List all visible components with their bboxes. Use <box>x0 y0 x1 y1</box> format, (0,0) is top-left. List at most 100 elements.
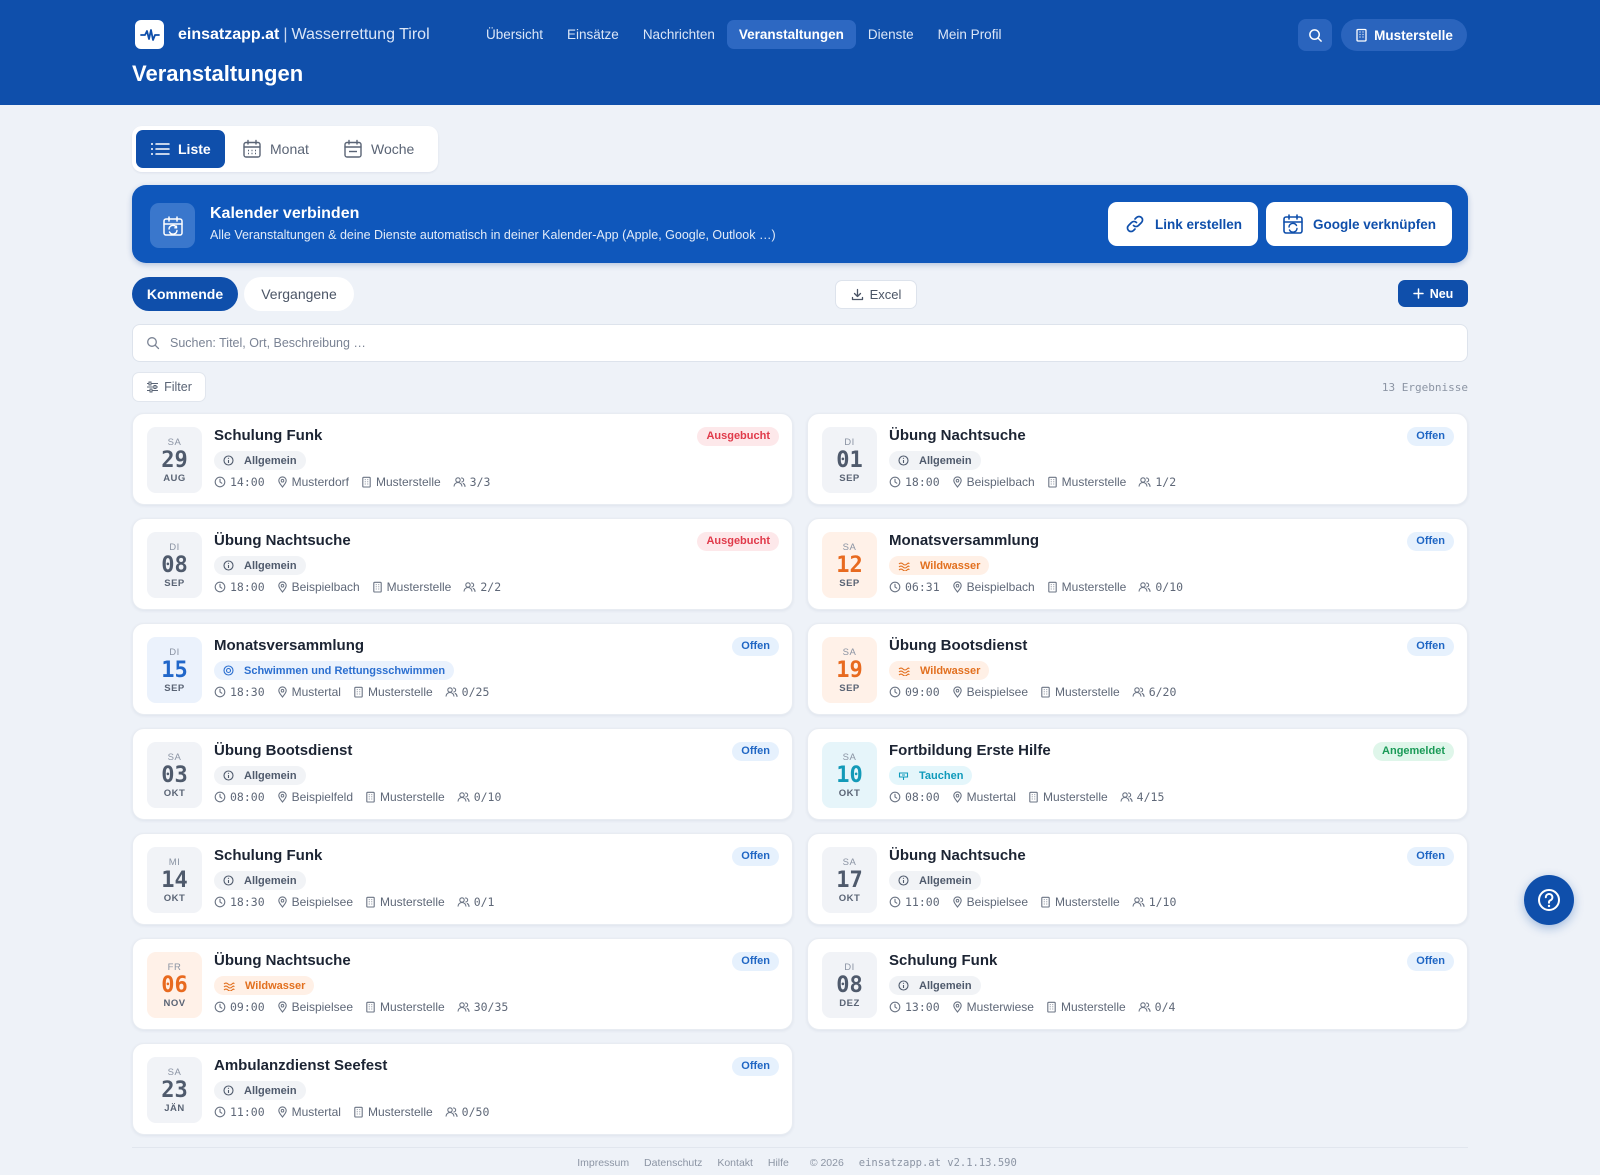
excel-label: Excel <box>869 287 902 302</box>
info-icon <box>223 1085 239 1096</box>
view-switcher: Liste Monat Woche <box>132 126 438 172</box>
event-title: Fortbildung Erste Hilfe <box>889 742 1051 759</box>
event-card[interactable]: DI 08 DEZ Schulung Funk Allgemein 13:00 … <box>807 938 1468 1030</box>
event-month: SEP <box>839 683 860 694</box>
clock-icon <box>889 896 901 908</box>
event-card[interactable]: SA 29 AUG Schulung Funk Allgemein 14:00 … <box>132 413 793 505</box>
event-capacity: 4/15 <box>1120 790 1164 804</box>
event-meta: 18:00 Beispielbach Musterstelle 1/2 <box>889 475 1188 489</box>
event-capacity: 0/1 <box>457 895 494 909</box>
event-time: 11:00 <box>214 1105 265 1119</box>
unit-switch-button[interactable]: Musterstelle <box>1341 19 1467 51</box>
link-icon <box>1126 215 1144 233</box>
view-list-label: Liste <box>178 141 211 157</box>
footer-link-datenschutz[interactable]: Datenschutz <box>644 1157 702 1169</box>
footer-link-impressum[interactable]: Impressum <box>577 1157 629 1169</box>
header-search-button[interactable] <box>1298 19 1332 51</box>
nav-item-dienste[interactable]: Dienste <box>856 20 926 49</box>
event-category: Wildwasser <box>214 976 315 995</box>
users-icon <box>445 1107 458 1118</box>
event-status-badge: Angemeldet <box>1373 742 1454 761</box>
event-card[interactable]: SA 17 OKT Übung Nachtsuche Allgemein 11:… <box>807 833 1468 925</box>
event-capacity: 0/10 <box>1138 580 1183 594</box>
event-time: 18:00 <box>889 475 940 489</box>
event-month: OKT <box>838 893 861 904</box>
event-category-label: Allgemein <box>919 874 972 887</box>
filter-button[interactable]: Filter <box>132 372 206 402</box>
help-button[interactable] <box>1524 875 1574 925</box>
download-icon <box>851 288 863 301</box>
search-input[interactable] <box>170 336 1370 350</box>
users-icon <box>457 897 470 908</box>
event-weekday: FR <box>167 962 182 973</box>
view-week-label: Woche <box>371 141 415 157</box>
map-pin-icon <box>952 686 962 698</box>
event-weekday: DI <box>844 962 855 973</box>
calendar-sync-icon <box>1283 214 1303 234</box>
event-card[interactable]: SA 10 OKT Fortbildung Erste Hilfe Tauche… <box>807 728 1468 820</box>
view-list-button[interactable]: Liste <box>136 130 225 168</box>
event-weekday: SA <box>842 647 857 658</box>
event-unit: Musterstelle <box>1047 580 1126 594</box>
event-meta: 18:30 Mustertal Musterstelle 0/25 <box>214 685 501 699</box>
building-icon <box>372 581 382 593</box>
filter-label: Filter <box>164 380 192 394</box>
event-category: Tauchen <box>889 766 973 785</box>
event-month: OKT <box>838 788 861 799</box>
event-place: Beispielsee <box>277 895 353 909</box>
event-category: Allgemein <box>889 451 981 470</box>
google-link-button[interactable]: Google verknüpfen <box>1266 202 1453 246</box>
event-card[interactable]: SA 19 SEP Übung Bootsdienst Wildwasser 0… <box>807 623 1468 715</box>
event-status-badge: Offen <box>1407 952 1454 971</box>
waves-icon <box>223 981 240 991</box>
event-meta: 14:00 Musterdorf Musterstelle 3/3 <box>214 475 502 489</box>
nav-item-einsaetze[interactable]: Einsätze <box>555 20 631 49</box>
event-card[interactable]: DI 08 SEP Übung Nachtsuche Allgemein 18:… <box>132 518 793 610</box>
brand[interactable]: einsatzapp.at | Wasserrettung Tirol <box>135 20 430 49</box>
footer-link-hilfe[interactable]: Hilfe <box>768 1157 789 1169</box>
event-category-label: Allgemein <box>919 979 972 992</box>
nav-item-uebersicht[interactable]: Übersicht <box>474 20 555 49</box>
event-card[interactable]: MI 14 OKT Schulung Funk Allgemein 18:30 … <box>132 833 793 925</box>
map-pin-icon <box>952 1001 962 1013</box>
tab-past[interactable]: Vergangene <box>244 277 354 311</box>
event-card[interactable]: SA 03 OKT Übung Bootsdienst Allgemein 08… <box>132 728 793 820</box>
event-day: 23 <box>161 1078 188 1103</box>
event-card[interactable]: FR 06 NOV Übung Nachtsuche Wildwasser 09… <box>132 938 793 1030</box>
event-card[interactable]: SA 12 SEP Monatsversammlung Wildwasser 0… <box>807 518 1468 610</box>
view-week-button[interactable]: Woche <box>329 130 428 168</box>
event-category-label: Allgemein <box>244 874 297 887</box>
nav-item-nachrichten[interactable]: Nachrichten <box>631 20 727 49</box>
event-title: Ambulanzdienst Seefest <box>214 1057 388 1074</box>
event-date: SA 19 SEP <box>822 637 877 703</box>
users-icon <box>1138 1002 1151 1013</box>
event-date: SA 12 SEP <box>822 532 877 598</box>
event-category: Allgemein <box>214 766 306 785</box>
event-unit: Musterstelle <box>361 475 441 489</box>
event-category-label: Wildwasser <box>920 664 981 677</box>
nav-item-veranstaltungen[interactable]: Veranstaltungen <box>726 20 856 49</box>
event-time: 18:30 <box>214 895 265 909</box>
create-link-button[interactable]: Link erstellen <box>1108 202 1259 246</box>
event-card[interactable]: DI 15 SEP Monatsversammlung Schwimmen un… <box>132 623 793 715</box>
excel-export-button[interactable]: Excel <box>835 280 917 309</box>
clock-icon <box>889 581 901 593</box>
results-count: 13 Ergebnisse <box>1381 381 1468 394</box>
footer-link-kontakt[interactable]: Kontakt <box>717 1157 753 1169</box>
event-category-label: Tauchen <box>919 769 964 782</box>
event-unit: Musterstelle <box>365 1000 445 1014</box>
view-month-button[interactable]: Monat <box>228 130 323 168</box>
new-event-button[interactable]: Neu <box>1398 280 1468 307</box>
event-card[interactable]: SA 23 JÄN Ambulanzdienst Seefest Allgeme… <box>132 1043 793 1135</box>
event-day: 15 <box>161 658 188 683</box>
search-field[interactable] <box>132 324 1468 362</box>
event-place: Beispielbach <box>277 580 360 594</box>
footer: Impressum Datenschutz Kontakt Hilfe © 20… <box>0 1157 1600 1169</box>
nav-item-mein-profil[interactable]: Mein Profil <box>926 20 1014 49</box>
event-date: SA 23 JÄN <box>147 1057 202 1123</box>
view-month-label: Monat <box>270 141 309 157</box>
event-card[interactable]: DI 01 SEP Übung Nachtsuche Allgemein 18:… <box>807 413 1468 505</box>
tab-upcoming[interactable]: Kommende <box>132 277 238 311</box>
event-date: DI 08 SEP <box>147 532 202 598</box>
map-pin-icon <box>277 1106 287 1118</box>
